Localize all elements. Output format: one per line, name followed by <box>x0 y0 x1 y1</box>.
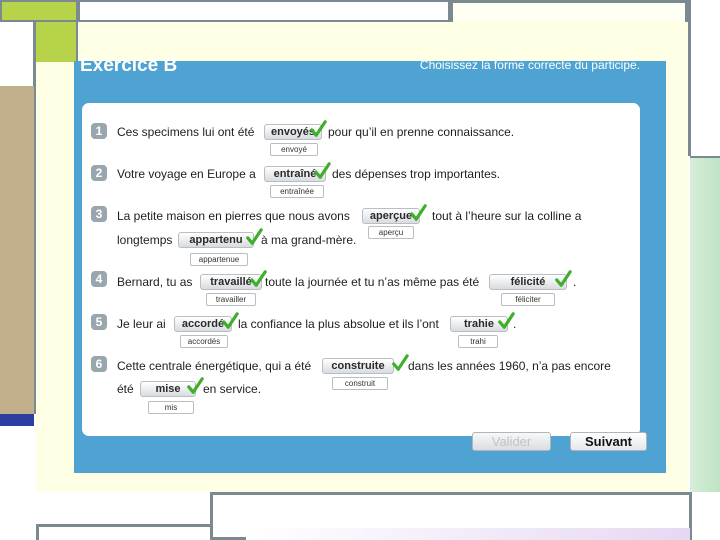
correction-4b: féliciter <box>501 293 555 306</box>
question-6-text-after: dans les années 1960, n’a pas encore <box>408 359 611 373</box>
slide-deco-left-tan <box>0 86 34 416</box>
question-number-5: 5 <box>91 314 107 330</box>
question-1-text-before: Ces specimens lui ont été <box>117 125 255 139</box>
slide-deco-bottom-left <box>36 524 210 540</box>
question-5-text-after: la confiance la plus absolue et ils l’on… <box>238 317 439 331</box>
check-icon <box>555 270 572 287</box>
validate-button[interactable]: Valider <box>472 432 551 451</box>
question-4-text-end: . <box>573 275 577 289</box>
slide-deco-bottom-cream <box>36 473 666 492</box>
slide-deco-left-blue <box>0 414 34 426</box>
question-3-text-after: tout à l’heure sur la colline a <box>432 209 582 223</box>
slide-deco-top-box <box>78 0 450 22</box>
question-number-2: 2 <box>91 165 107 181</box>
question-6-text-before: Cette centrale énergétique, qui a été <box>117 359 312 373</box>
exercise-instruction: Choisissez la forme correcte du particip… <box>419 58 640 72</box>
slide-deco-cream-left <box>36 62 74 492</box>
check-icon <box>222 312 239 329</box>
question-2-text-after: des dépenses trop importantes. <box>332 167 501 181</box>
question-number-6: 6 <box>91 356 107 372</box>
check-icon <box>310 120 327 137</box>
question-4-text-before: Bernard, tu as <box>117 275 193 289</box>
correction-3a: aperçu <box>368 226 414 239</box>
exercise-window: Exercice B Choisissez la forme correcte … <box>74 55 666 473</box>
check-icon <box>187 377 204 394</box>
exercise-title: Exercice B <box>80 55 178 76</box>
slide-deco-right-edge <box>688 0 720 156</box>
question-3-line2-before: longtemps <box>117 233 173 247</box>
answer-field-3b[interactable]: appartenu <box>178 232 254 248</box>
question-2-text-before: Votre voyage en Europe a <box>117 167 256 181</box>
correction-6b: mis <box>148 401 194 414</box>
question-4-text-after: toute la journée et tu n’as même pas été <box>265 275 480 289</box>
slide-deco-left-green <box>36 22 78 62</box>
check-icon <box>314 162 331 179</box>
question-3-text-before: La petite maison en pierres que nous avo… <box>117 209 350 223</box>
check-icon <box>410 204 427 221</box>
correction-1: envoyé <box>270 143 318 156</box>
question-5-text-before: Je leur ai <box>117 317 166 331</box>
slide-deco-bottom-lilac <box>246 528 690 540</box>
answer-field-6a[interactable]: construite <box>322 358 394 374</box>
question-number-1: 1 <box>91 123 107 139</box>
correction-3b: appartenue <box>190 253 248 266</box>
correction-5a: accordés <box>180 335 228 348</box>
question-5-text-end: . <box>513 317 517 331</box>
question-number-4: 4 <box>91 271 107 287</box>
correction-2: entraînée <box>270 185 324 198</box>
check-icon <box>392 354 409 371</box>
next-button[interactable]: Suivant <box>570 432 647 451</box>
question-6-line2-before: été <box>117 382 134 396</box>
question-3-line2-after: à ma grand-mère. <box>261 233 357 247</box>
question-number-3: 3 <box>91 206 107 222</box>
question-1-text-after: pour qu’il en prenne connaissance. <box>328 125 515 139</box>
slide-deco-right-green <box>690 156 720 492</box>
questions-panel: 1 Ces specimens lui ont été envoyés pour… <box>82 103 647 451</box>
slide-deco-cream-right <box>666 22 688 492</box>
question-6-line2-after: en service. <box>203 382 262 396</box>
correction-4a: travailler <box>206 293 256 306</box>
slide-deco-top-green <box>0 0 78 22</box>
correction-5b: trahi <box>458 335 498 348</box>
correction-6a: construit <box>332 377 388 390</box>
